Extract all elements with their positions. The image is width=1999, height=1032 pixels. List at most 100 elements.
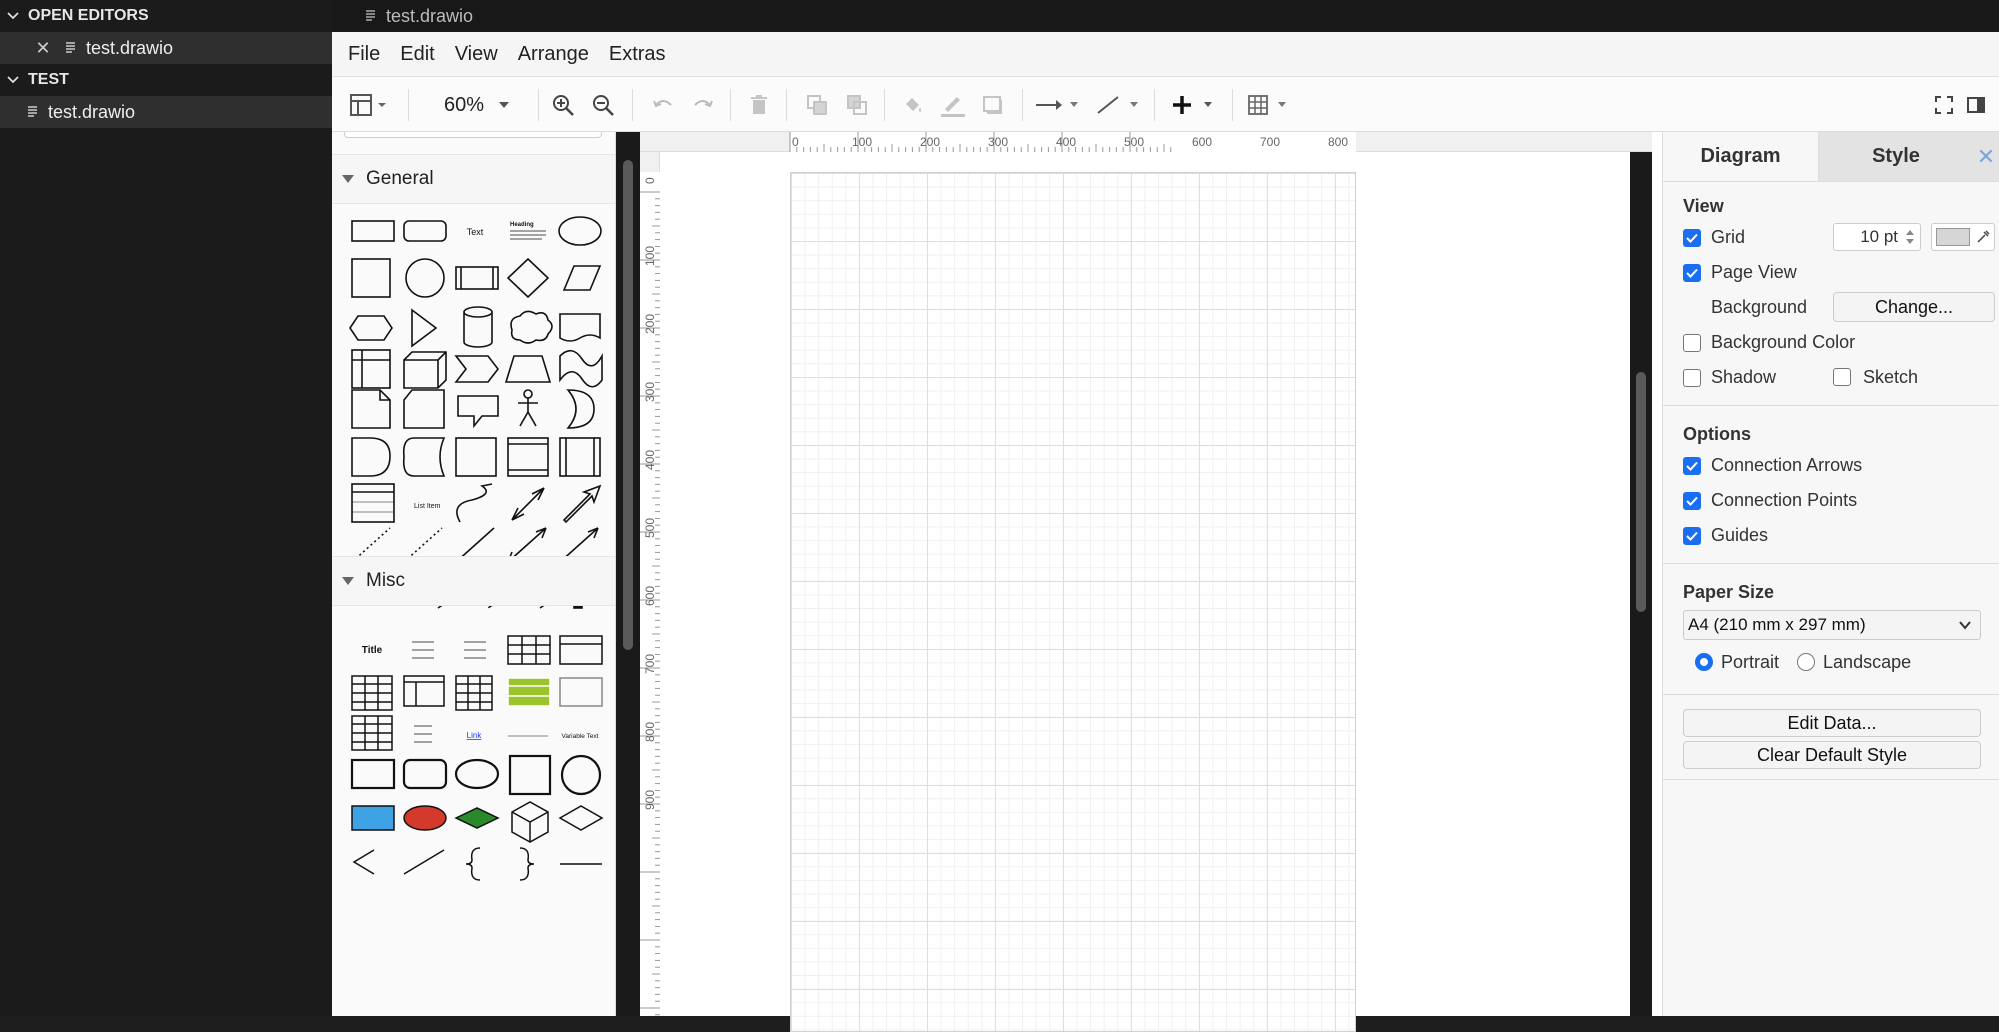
misc-section-header[interactable]: Misc: [332, 556, 615, 606]
zoom-in-icon: [553, 95, 574, 116]
folder-file-item[interactable]: test.drawio: [0, 96, 332, 128]
connection-style-button[interactable]: [1032, 91, 1084, 119]
delete-button[interactable]: [744, 91, 774, 119]
trash-icon: [751, 95, 767, 114]
page-grid[interactable]: [790, 172, 1356, 1032]
tab-style[interactable]: Style: [1818, 132, 1973, 181]
scrollbar-thumb[interactable]: [1636, 372, 1646, 612]
view-layout-button[interactable]: [346, 91, 392, 119]
general-section-header[interactable]: General: [332, 154, 615, 204]
page-view-checkbox[interactable]: [1683, 263, 1701, 282]
guides-checkbox[interactable]: [1683, 526, 1701, 545]
fill-color-button[interactable]: [898, 91, 928, 119]
undo-button[interactable]: [648, 91, 678, 119]
paper-size-select[interactable]: A4 (210 mm x 297 mm): [1683, 610, 1981, 640]
canvas-scrollbar[interactable]: [1630, 152, 1652, 1016]
background-color-checkbox[interactable]: [1683, 333, 1701, 352]
shadow-label: Shadow: [1711, 367, 1777, 387]
shadow-checkbox[interactable]: [1683, 368, 1701, 387]
diagram-canvas[interactable]: 0 100 200 300 400 500 600 700 800 0 100: [640, 132, 1652, 1032]
table-button[interactable]: [1244, 91, 1296, 119]
clear-default-style-button[interactable]: Clear Default Style: [1683, 741, 1981, 769]
to-front-button[interactable]: [802, 91, 832, 119]
chevron-down-icon: [499, 102, 510, 108]
insert-button[interactable]: [1168, 91, 1220, 119]
connection-arrows-checkbox[interactable]: [1683, 456, 1701, 475]
open-editors-header[interactable]: OPEN EDITORS: [0, 0, 332, 32]
folder-header[interactable]: TEST: [0, 64, 332, 96]
background-label: Background: [1711, 297, 1808, 317]
tab-diagram[interactable]: Diagram: [1663, 132, 1818, 181]
close-icon[interactable]: ✕: [1973, 132, 1999, 181]
separator: [1022, 89, 1023, 121]
page-area[interactable]: [660, 152, 1630, 1032]
connection-arrows-label: Connection Arrows: [1711, 455, 1863, 475]
vertical-ruler: 0 100 200 300 400 500 600 700 800 900: [640, 152, 660, 1029]
edit-data-button[interactable]: Edit Data...: [1683, 709, 1981, 737]
open-editor-filename: test.drawio: [86, 37, 174, 58]
zoom-out-icon: [593, 95, 614, 116]
grid-size-value: 10 pt: [1860, 227, 1898, 246]
view-section-title: View: [1683, 195, 1724, 216]
editor-tab[interactable]: test.drawio: [364, 6, 473, 27]
menu-edit[interactable]: Edit: [400, 43, 434, 66]
grid-color-button[interactable]: [1931, 223, 1995, 251]
connection-points-checkbox[interactable]: [1683, 491, 1701, 510]
scrollbar-thumb[interactable]: [623, 160, 633, 650]
eyedropper-icon: [1977, 230, 1990, 243]
separator: [786, 89, 787, 121]
ruler-label: 600: [643, 586, 657, 606]
open-editor-item[interactable]: ✕ test.drawio: [0, 32, 332, 64]
fullscreen-button[interactable]: [1930, 91, 1958, 119]
paper-size-value: A4 (210 mm x 297 mm): [1688, 615, 1866, 634]
to-back-button[interactable]: [842, 91, 872, 119]
sketch-checkbox[interactable]: [1833, 368, 1851, 386]
zoom-in-button[interactable]: [548, 91, 578, 119]
menu-view[interactable]: View: [455, 43, 498, 66]
menu-extras[interactable]: Extras: [609, 43, 666, 66]
waypoints-button[interactable]: [1092, 91, 1144, 119]
background-row: Background Change...: [1683, 290, 1999, 325]
toolbar: 60%: [332, 76, 1999, 132]
ruler-label: 0: [792, 135, 799, 149]
stepper-icon[interactable]: [1904, 228, 1916, 246]
general-section-title: General: [366, 168, 434, 189]
fullscreen-icon: [1935, 96, 1953, 114]
shadow-button[interactable]: [978, 91, 1008, 119]
format-panel-toggle-button[interactable]: [1962, 91, 1990, 119]
misc-shapes-grid[interactable]: Title Link Variable Text: [332, 606, 616, 1016]
format-panel: Diagram Style ✕ View Grid 10 pt Page Vie…: [1662, 132, 1999, 1016]
list-item-shape-label: List Item: [414, 503, 441, 510]
table-icon: [1248, 95, 1286, 115]
grid-row: Grid 10 pt: [1683, 220, 1999, 255]
explorer-panel: OPEN EDITORS ✕ test.drawio TEST test.dra…: [0, 0, 332, 1016]
ruler-label: 100: [852, 135, 872, 149]
grid-checkbox[interactable]: [1683, 228, 1701, 247]
menu-file[interactable]: File: [348, 43, 380, 66]
editor-tab-bar: test.drawio: [332, 0, 1999, 32]
ruler-ticks: 0 100 200 300 400 500 600 700 800 900: [640, 172, 660, 1029]
diagonal-line-icon: [1097, 96, 1138, 114]
file-icon: [366, 10, 375, 21]
menu-arrange[interactable]: Arrange: [518, 43, 589, 66]
shape-search-input[interactable]: [344, 132, 602, 138]
redo-button[interactable]: [688, 91, 718, 119]
landscape-radio[interactable]: [1797, 653, 1816, 671]
shapes-scrollbar[interactable]: [616, 132, 640, 1016]
change-background-button[interactable]: Change...: [1833, 292, 1995, 322]
ruler-label: 600: [1192, 135, 1212, 149]
paint-bucket-icon: [906, 98, 921, 112]
portrait-radio[interactable]: [1695, 653, 1713, 671]
close-icon[interactable]: ✕: [34, 38, 52, 59]
line-color-button[interactable]: [938, 91, 968, 119]
grid-size-input[interactable]: 10 pt: [1833, 223, 1921, 251]
zoom-out-button[interactable]: [588, 91, 618, 119]
separator: [408, 89, 409, 121]
ruler-ticks: 0 100 200 300 400 500 600 700 800: [789, 132, 1356, 152]
ruler-label: 900: [643, 790, 657, 810]
editor-tab-title: test.drawio: [386, 5, 474, 26]
plus-icon: [1173, 96, 1212, 114]
folder-label: TEST: [28, 71, 69, 88]
zoom-select[interactable]: 60%: [432, 91, 522, 119]
folder-filename: test.drawio: [48, 101, 136, 122]
